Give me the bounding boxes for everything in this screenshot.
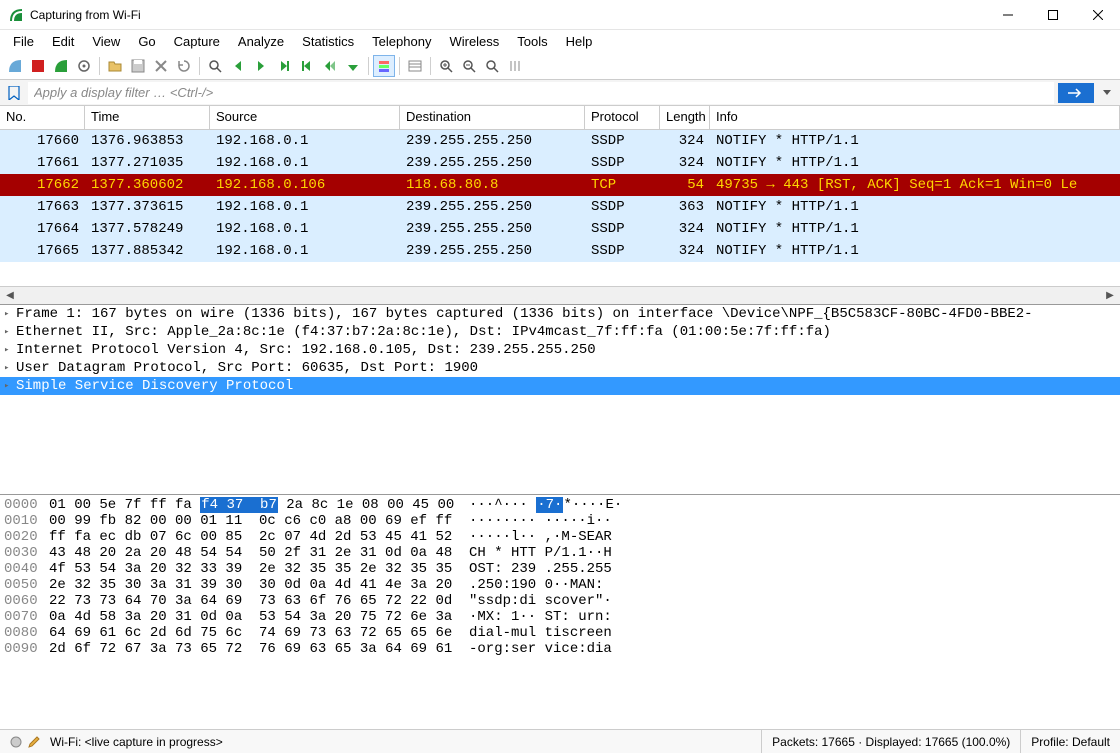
packet-row[interactable]: 176631377.373615192.168.0.1239.255.255.2… — [0, 196, 1120, 218]
titlebar: Capturing from Wi-Fi — [0, 0, 1120, 30]
reload-icon[interactable] — [173, 55, 195, 77]
open-file-icon[interactable] — [104, 55, 126, 77]
close-button[interactable] — [1075, 0, 1120, 29]
status-interface-text: Wi-Fi: <live capture in progress> — [50, 735, 223, 749]
tree-node[interactable]: ▸Simple Service Discovery Protocol — [0, 377, 1120, 395]
tree-node[interactable]: ▸Ethernet II, Src: Apple_2a:8c:1e (f4:37… — [0, 323, 1120, 341]
zoom-reset-icon[interactable] — [481, 55, 503, 77]
restart-capture-icon[interactable] — [50, 55, 72, 77]
menu-statistics[interactable]: Statistics — [293, 32, 363, 51]
expand-icon[interactable]: ▸ — [4, 363, 16, 373]
packet-details-pane[interactable]: ▸Frame 1: 167 bytes on wire (1336 bits),… — [0, 304, 1120, 494]
display-filter-input[interactable] — [28, 82, 1054, 104]
statusbar: Wi-Fi: <live capture in progress> Packet… — [0, 729, 1120, 753]
filter-bookmark-icon[interactable] — [4, 83, 24, 103]
hex-row[interactable]: 00700a 4d 58 3a 20 31 0d 0a 53 54 3a 20 … — [4, 609, 1116, 625]
expert-info-icon[interactable] — [10, 736, 22, 748]
tree-node[interactable]: ▸User Datagram Protocol, Src Port: 60635… — [0, 359, 1120, 377]
menu-edit[interactable]: Edit — [43, 32, 83, 51]
col-header-time[interactable]: Time — [85, 106, 210, 129]
packet-row[interactable]: 176651377.885342192.168.0.1239.255.255.2… — [0, 240, 1120, 262]
hex-row[interactable]: 000001 00 5e 7f ff fa f4 37 b7 2a 8c 1e … — [4, 497, 1116, 513]
app-icon — [8, 7, 24, 23]
go-first-icon[interactable] — [296, 55, 318, 77]
packet-row[interactable]: 176641377.578249192.168.0.1239.255.255.2… — [0, 218, 1120, 240]
packet-row[interactable]: 176611377.271035192.168.0.1239.255.255.2… — [0, 152, 1120, 174]
go-last-icon[interactable] — [319, 55, 341, 77]
packet-row[interactable]: 176601376.963853192.168.0.1239.255.255.2… — [0, 130, 1120, 152]
menu-wireless[interactable]: Wireless — [440, 32, 508, 51]
tree-node[interactable]: ▸Internet Protocol Version 4, Src: 192.1… — [0, 341, 1120, 359]
packet-row[interactable]: 176621377.360602192.168.0.106118.68.80.8… — [0, 174, 1120, 196]
hex-row[interactable]: 00902d 6f 72 67 3a 73 65 72 76 69 63 65 … — [4, 641, 1116, 657]
capture-options-icon[interactable] — [73, 55, 95, 77]
scroll-right-icon[interactable]: ▶ — [1102, 290, 1118, 301]
expand-icon[interactable]: ▸ — [4, 309, 16, 319]
packet-list-header: No. Time Source Destination Protocol Len… — [0, 106, 1120, 130]
hex-row[interactable]: 006022 73 73 64 70 3a 64 69 73 63 6f 76 … — [4, 593, 1116, 609]
menu-capture[interactable]: Capture — [165, 32, 229, 51]
status-interface: Wi-Fi: <live capture in progress> — [0, 730, 762, 753]
hex-row[interactable]: 008064 69 61 6c 2d 6d 75 6c 74 69 73 63 … — [4, 625, 1116, 641]
go-to-packet-icon[interactable] — [273, 55, 295, 77]
filter-history-dropdown[interactable] — [1098, 83, 1116, 103]
scroll-left-icon[interactable]: ◀ — [2, 290, 18, 301]
hex-row[interactable]: 001000 99 fb 82 00 00 01 11 0c c6 c0 a8 … — [4, 513, 1116, 529]
close-file-icon[interactable] — [150, 55, 172, 77]
menu-view[interactable]: View — [83, 32, 129, 51]
packet-bytes-pane[interactable]: 000001 00 5e 7f ff fa f4 37 b7 2a 8c 1e … — [0, 494, 1120, 729]
zoom-in-icon[interactable] — [435, 55, 457, 77]
maximize-button[interactable] — [1030, 0, 1075, 29]
minimize-button[interactable] — [985, 0, 1030, 29]
go-back-icon[interactable] — [227, 55, 249, 77]
stop-capture-icon[interactable] — [27, 55, 49, 77]
filterbar — [0, 80, 1120, 106]
colorize-icon[interactable] — [373, 55, 395, 77]
auto-scroll-icon[interactable] — [342, 55, 364, 77]
menubar: File Edit View Go Capture Analyze Statis… — [0, 30, 1120, 52]
status-packets: Packets: 17665 · Displayed: 17665 (100.0… — [762, 730, 1021, 753]
status-profile[interactable]: Profile: Default — [1021, 730, 1120, 753]
menu-go[interactable]: Go — [129, 32, 164, 51]
find-packet-icon[interactable] — [204, 55, 226, 77]
col-header-src[interactable]: Source — [210, 106, 400, 129]
packet-list-pane: No. Time Source Destination Protocol Len… — [0, 106, 1120, 286]
window-controls — [985, 0, 1120, 29]
hex-row[interactable]: 003043 48 20 2a 20 48 54 54 50 2f 31 2e … — [4, 545, 1116, 561]
expand-icon[interactable]: ▸ — [4, 345, 16, 355]
menu-analyze[interactable]: Analyze — [229, 32, 293, 51]
expand-icon[interactable]: ▸ — [4, 381, 16, 391]
packet-rows[interactable]: 176601376.963853192.168.0.1239.255.255.2… — [0, 130, 1120, 262]
save-file-icon[interactable] — [127, 55, 149, 77]
col-header-dst[interactable]: Destination — [400, 106, 585, 129]
menu-file[interactable]: File — [4, 32, 43, 51]
tree-node[interactable]: ▸Frame 1: 167 bytes on wire (1336 bits),… — [0, 305, 1120, 323]
col-header-len[interactable]: Length — [660, 106, 710, 129]
col-header-info[interactable]: Info — [710, 106, 1120, 129]
window-title: Capturing from Wi-Fi — [30, 8, 985, 22]
hex-row[interactable]: 00502e 32 35 30 3a 31 39 30 30 0d 0a 4d … — [4, 577, 1116, 593]
menu-help[interactable]: Help — [557, 32, 602, 51]
hex-row[interactable]: 00404f 53 54 3a 20 32 33 39 2e 32 35 35 … — [4, 561, 1116, 577]
menu-tools[interactable]: Tools — [508, 32, 556, 51]
menu-telephony[interactable]: Telephony — [363, 32, 440, 51]
edit-capture-comment-icon[interactable] — [28, 736, 40, 748]
col-header-proto[interactable]: Protocol — [585, 106, 660, 129]
resize-columns-icon[interactable] — [504, 55, 526, 77]
hex-row[interactable]: 0020ff fa ec db 07 6c 00 85 2c 07 4d 2d … — [4, 529, 1116, 545]
packet-list-scrollbar[interactable]: ◀▶ — [0, 286, 1120, 304]
zoom-out-icon[interactable] — [458, 55, 480, 77]
filter-apply-button[interactable] — [1058, 83, 1094, 103]
expand-icon[interactable]: ▸ — [4, 327, 16, 337]
col-header-no[interactable]: No. — [0, 106, 85, 129]
go-forward-icon[interactable] — [250, 55, 272, 77]
start-capture-icon[interactable] — [4, 55, 26, 77]
toolbar — [0, 52, 1120, 80]
columns-icon[interactable] — [404, 55, 426, 77]
